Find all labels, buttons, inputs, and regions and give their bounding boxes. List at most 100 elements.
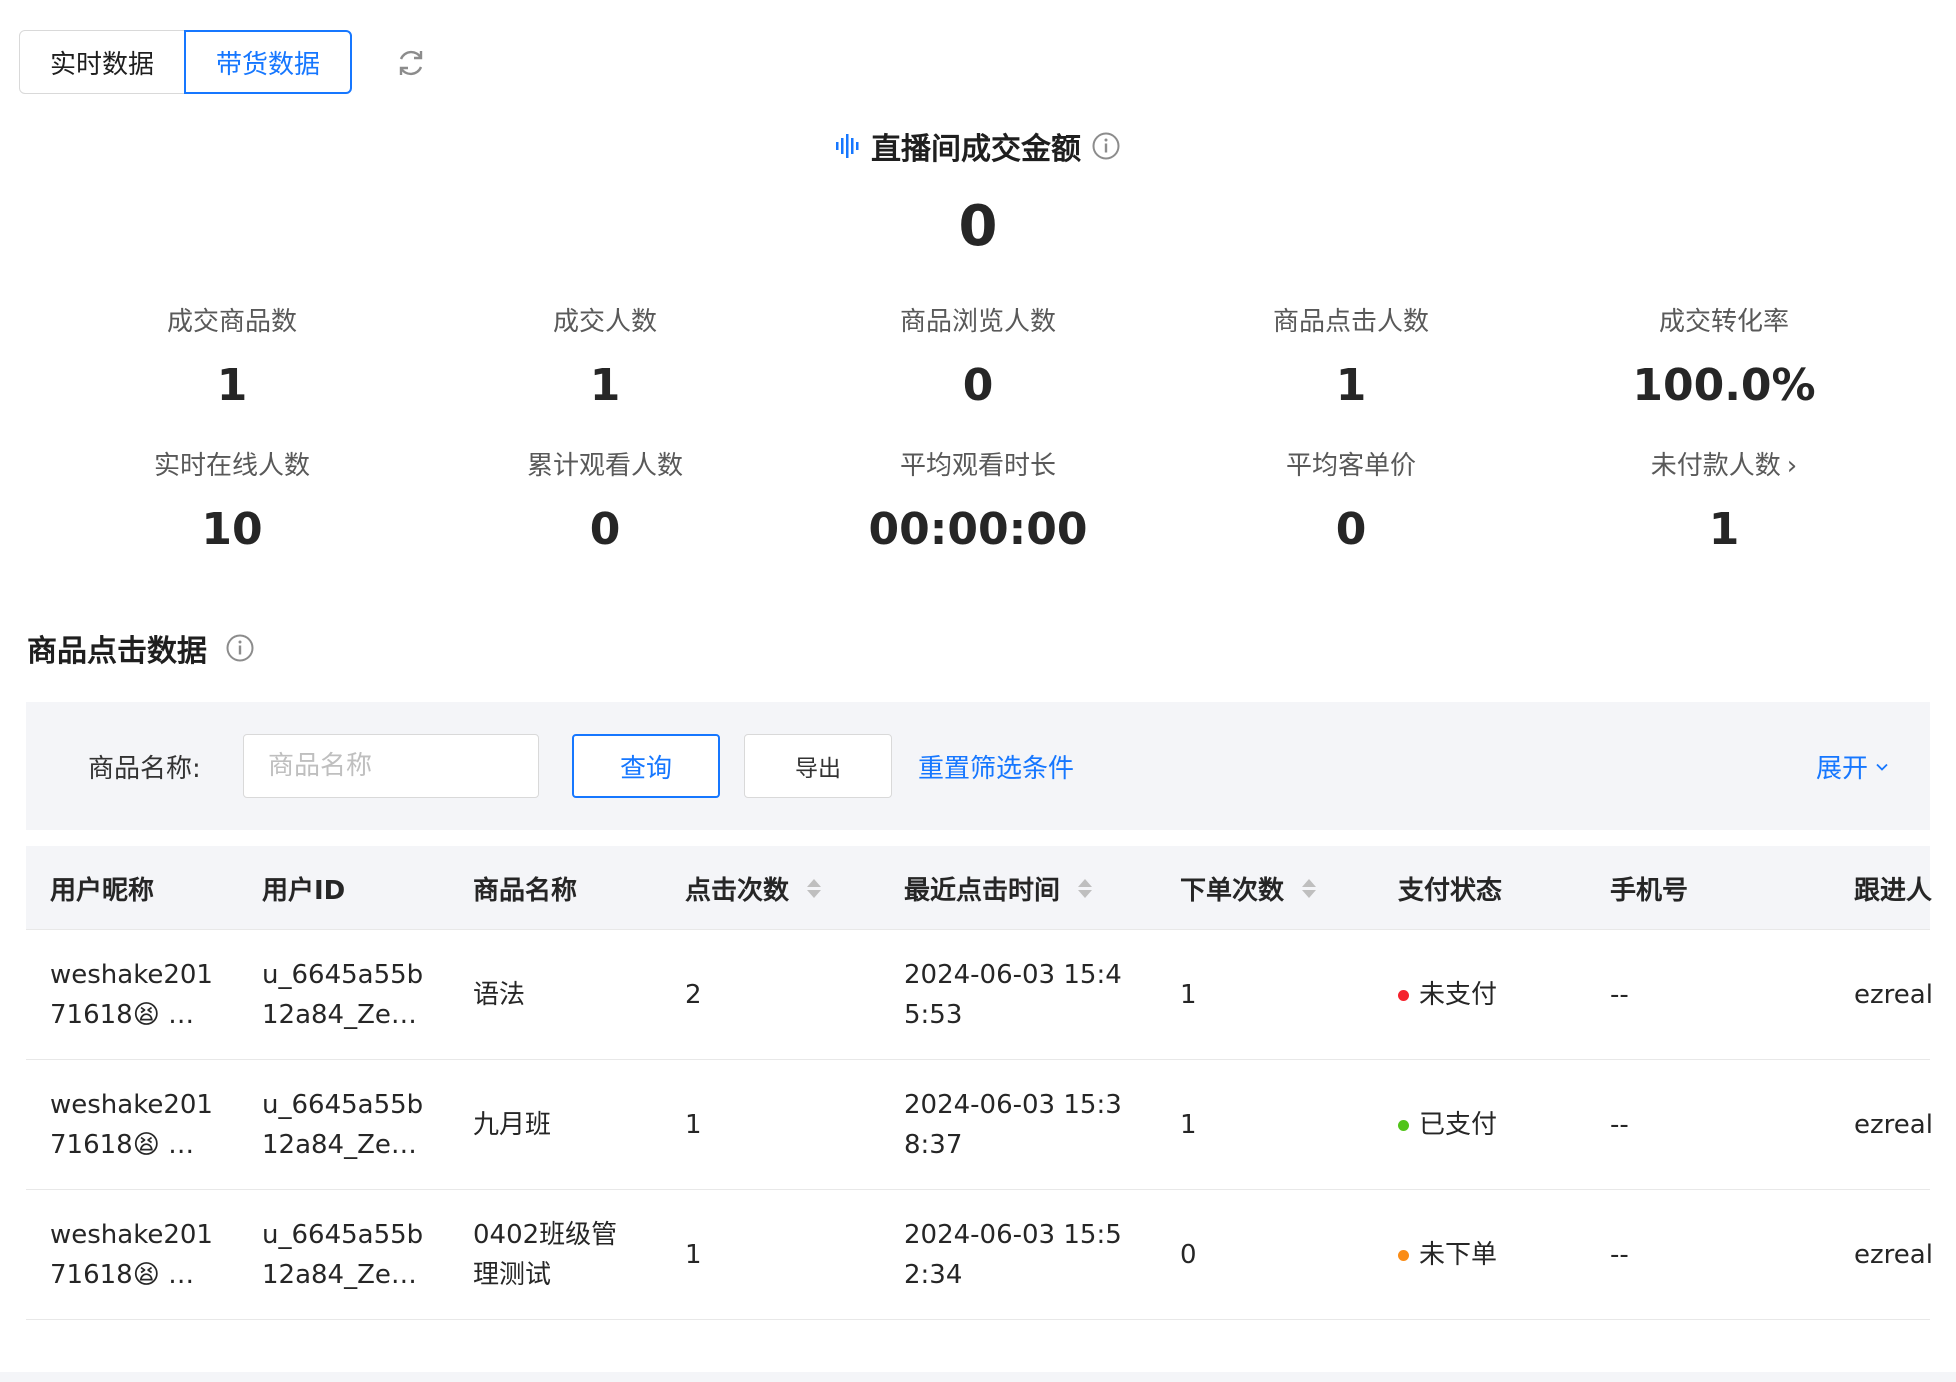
status-dot-icon xyxy=(1398,1119,1409,1131)
col-user-id: 用户ID xyxy=(262,875,346,906)
stat-label-unpaid-link[interactable]: 未付款人数 › xyxy=(1554,446,1894,486)
stat-label: 平均客单价 xyxy=(1285,451,1416,481)
headline: 直播间成交金额 xyxy=(0,124,1956,168)
table-row: weshake201 71618😫 … u_6645a55b 12a84_Ze… 语… xyxy=(26,930,1933,1060)
cell-pay-status: 未支付 xyxy=(1398,930,1497,1060)
section-title: 商品点击数据 xyxy=(27,634,207,669)
stat-online-users: 实时在线人数 10 xyxy=(62,446,402,555)
col-clicks[interactable]: 点击次数 xyxy=(685,846,822,930)
col-last-click[interactable]: 最近点击时间 xyxy=(904,846,1093,930)
tab-realtime-data[interactable]: 实时数据 xyxy=(19,30,186,94)
stat-label: 累计观看人数 xyxy=(526,451,683,481)
stat-deal-products: 成交商品数 1 xyxy=(62,302,402,411)
query-button[interactable]: 查询 xyxy=(572,734,720,798)
stat-label: 未付款人数 xyxy=(1650,451,1781,481)
tab-sales-data[interactable]: 带货数据 xyxy=(184,30,353,94)
data-tabs: 实时数据 带货数据 xyxy=(19,30,353,94)
cell-user-id: u_6645a55b 12a84_Ze… xyxy=(262,1090,424,1160)
cell-nickname: weshake201 71618😫 … xyxy=(50,1090,213,1160)
cell-pay-status: 已支付 xyxy=(1398,1060,1497,1190)
cell-pay-status: 未下单 xyxy=(1398,1190,1497,1320)
cell-product-name: 0402班级管 理测试 xyxy=(473,1220,618,1290)
status-dot-icon xyxy=(1398,1249,1409,1261)
stat-value: 00:00:00 xyxy=(868,504,1088,555)
status-text: 已支付 xyxy=(1419,1110,1498,1140)
cell-phone: -- xyxy=(1610,1110,1629,1140)
stat-label: 商品浏览人数 xyxy=(899,307,1056,337)
table-row: weshake201 71618😫 … u_6645a55b 12a84_Ze… 0… xyxy=(26,1190,1933,1320)
cell-phone: -- xyxy=(1610,980,1629,1010)
cell-phone: -- xyxy=(1610,1240,1629,1270)
reset-filters-link[interactable]: 重置筛选条件 xyxy=(918,748,1074,785)
table-header: 用户昵称 用户ID 商品名称 点击次数 最近点击时间 下单次数 支付状态 手机号… xyxy=(26,846,1933,930)
section-header: 商品点击数据 xyxy=(27,626,255,670)
sort-icon[interactable] xyxy=(807,878,822,898)
col-orders-label: 下单次数 xyxy=(1180,875,1285,906)
stat-label: 成交商品数 xyxy=(166,307,297,337)
stat-product-views: 商品浏览人数 0 xyxy=(808,302,1148,411)
headline-label: 直播间成交金额 xyxy=(871,132,1081,167)
stat-value: 0 xyxy=(962,360,994,411)
col-last-click-label: 最近点击时间 xyxy=(904,875,1061,906)
col-phone: 手机号 xyxy=(1610,875,1689,906)
status-dot-icon xyxy=(1398,989,1409,1001)
stat-value: 10 xyxy=(201,504,263,555)
stat-deal-users: 成交人数 1 xyxy=(435,302,775,411)
cell-last-click: 2024-06-03 15:5 2:34 xyxy=(904,1220,1122,1290)
col-follower-label: 跟进人 xyxy=(1854,875,1933,906)
cell-last-click: 2024-06-03 15:4 5:53 xyxy=(904,960,1122,1030)
cell-nickname: weshake201 71618😫 … xyxy=(50,1220,213,1290)
stat-value: 0 xyxy=(1335,504,1367,555)
stat-value: 1 xyxy=(216,360,248,411)
refresh-icon[interactable] xyxy=(394,46,428,80)
status-text: 未下单 xyxy=(1419,1240,1498,1270)
col-nickname: 用户昵称 xyxy=(50,875,155,906)
cell-product-name: 语法 xyxy=(473,980,526,1010)
chevron-down-icon xyxy=(1876,763,1888,771)
stat-avg-watch-time: 平均观看时长 00:00:00 xyxy=(808,446,1148,555)
table-row: weshake201 71618😫 … u_6645a55b 12a84_Ze… 九… xyxy=(26,1060,1933,1190)
stat-label: 成交转化率 xyxy=(1658,307,1789,337)
stat-avg-order-price: 平均客单价 0 xyxy=(1181,446,1521,555)
info-icon[interactable] xyxy=(1091,131,1121,161)
status-text: 未支付 xyxy=(1419,980,1498,1010)
stat-value: 100.0% xyxy=(1632,360,1816,411)
cell-last-click: 2024-06-03 15:3 8:37 xyxy=(904,1090,1122,1160)
stat-label: 成交人数 xyxy=(552,307,657,337)
expand-label: 展开 xyxy=(1815,754,1868,784)
audio-wave-icon xyxy=(836,134,859,158)
product-name-input[interactable] xyxy=(243,734,539,798)
expand-filters-link[interactable]: 展开 xyxy=(1816,748,1890,785)
col-pay-status: 支付状态 xyxy=(1398,875,1503,906)
cell-product-name: 九月班 xyxy=(473,1110,552,1140)
cell-follower: ezreal xyxy=(1854,1240,1933,1270)
col-clicks-label: 点击次数 xyxy=(685,875,790,906)
info-icon[interactable] xyxy=(225,633,255,663)
export-button[interactable]: 导出 xyxy=(744,734,892,798)
cell-nickname: weshake201 71618😫 … xyxy=(50,960,213,1030)
sort-icon[interactable] xyxy=(1078,878,1093,898)
col-product-name: 商品名称 xyxy=(473,875,578,906)
stat-value: 1 xyxy=(1335,360,1367,411)
headline-value: 0 xyxy=(958,194,998,259)
cell-follower: ezreal xyxy=(1854,1110,1933,1140)
cell-orders: 1 xyxy=(1180,980,1197,1010)
stat-product-clicks: 商品点击人数 1 xyxy=(1181,302,1521,411)
stat-label: 商品点击人数 xyxy=(1272,307,1429,337)
stat-value: 0 xyxy=(589,504,621,555)
filter-bar: 商品名称: 查询 导出 重置筛选条件 展开 xyxy=(26,702,1930,830)
cell-follower: ezreal xyxy=(1854,980,1933,1010)
stat-label: 平均观看时长 xyxy=(899,451,1056,481)
stat-value: 1 xyxy=(1708,504,1740,555)
cell-clicks: 1 xyxy=(685,1240,702,1270)
sort-icon[interactable] xyxy=(1302,878,1317,898)
cell-orders: 0 xyxy=(1180,1240,1197,1270)
page-bottom-bar xyxy=(0,1372,1956,1382)
stat-conversion-rate: 成交转化率 100.0% xyxy=(1554,302,1894,411)
stat-unpaid-users[interactable]: 未付款人数 › 1 xyxy=(1554,446,1894,555)
col-orders[interactable]: 下单次数 xyxy=(1180,846,1317,930)
cell-clicks: 2 xyxy=(685,980,702,1010)
cell-user-id: u_6645a55b 12a84_Ze… xyxy=(262,960,424,1030)
stat-label: 实时在线人数 xyxy=(153,451,310,481)
cell-clicks: 1 xyxy=(685,1110,702,1140)
